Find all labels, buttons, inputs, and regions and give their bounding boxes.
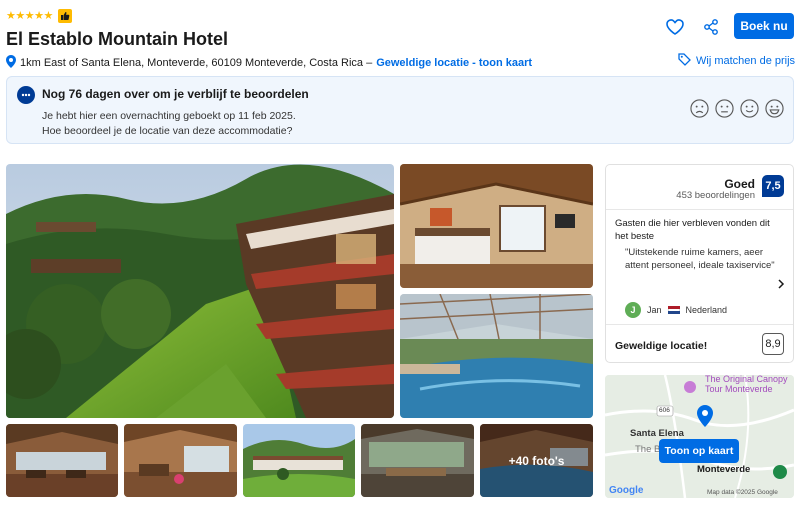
page-title: El Establo Mountain Hotel	[6, 29, 229, 49]
avatar: J	[625, 302, 641, 318]
map-road-label: 606	[659, 407, 670, 414]
price-tag-icon	[678, 53, 691, 69]
divider	[606, 324, 793, 325]
show-map-link[interactable]: Geweldige locatie - toon kaart	[376, 57, 532, 69]
score-word: Goed	[724, 177, 755, 191]
price-match-link[interactable]: Wij matchen de prijs	[678, 53, 795, 69]
exterior-photo[interactable]	[243, 424, 355, 497]
more-photos-tile[interactable]: +40 foto's	[480, 424, 593, 497]
map-label-canopy-2: Tour Monteverde	[705, 384, 773, 394]
favorite-heart-icon[interactable]	[664, 16, 686, 38]
address-row: 1km East of Santa Elena, Monteverde, 601…	[6, 55, 532, 71]
pool-photo[interactable]	[400, 294, 593, 418]
very-unhappy-face-icon[interactable]	[690, 99, 709, 118]
thumbs-up-icon	[57, 9, 72, 23]
map-label-canopy: The Original Canopy	[705, 375, 788, 384]
chat-bubble-icon	[17, 86, 35, 104]
map-label-monteverde: Monteverde	[697, 464, 751, 475]
reviewer: J Jan Nederland	[625, 302, 727, 318]
dining-area-photo[interactable]	[361, 424, 474, 497]
bedroom-photo[interactable]	[400, 164, 593, 288]
happy-face-icon[interactable]	[740, 99, 759, 118]
google-logo: Google	[609, 485, 644, 496]
reviewer-name: Jan	[647, 305, 662, 315]
very-happy-face-icon[interactable]	[765, 99, 784, 118]
review-prompt-text: Je hebt hier een overnachting geboekt op…	[42, 110, 296, 122]
location-score-label: Geweldige locatie!	[615, 340, 708, 352]
share-icon[interactable]	[700, 16, 722, 38]
divider	[606, 209, 793, 210]
stars: ★★★★★	[6, 9, 53, 22]
map-label-santa-elena: Santa Elena	[630, 428, 684, 439]
guest-quote: "Uitstekende ruime kamers, aeer attent p…	[625, 247, 775, 271]
main-hotel-photo[interactable]	[6, 164, 394, 418]
restaurant-photo[interactable]	[6, 424, 118, 497]
lounge-photo[interactable]	[124, 424, 237, 497]
price-match-label: Wij matchen de prijs	[696, 55, 796, 67]
map-label-partial: The B	[635, 444, 661, 455]
address-text: 1km East of Santa Elena, Monteverde, 601…	[20, 57, 373, 69]
review-count: 453 beoordelingen	[676, 190, 755, 201]
review-prompt-question: Hoe beoordeel je de locatie van deze acc…	[42, 125, 293, 137]
map-attribution: Map data ©2025 Google	[707, 489, 778, 496]
map-preview[interactable]: The Original Canopy Tour Monteverde 606 …	[605, 375, 794, 498]
book-now-button[interactable]: Boek nu	[734, 13, 794, 39]
reviewer-country: Nederland	[685, 305, 728, 315]
netherlands-flag-icon	[667, 306, 680, 315]
more-photos-label: +40 foto's	[480, 424, 593, 497]
review-prompt-banner: Nog 76 dagen over om je verblijf te beoo…	[6, 76, 794, 144]
location-pin-icon	[6, 55, 16, 71]
neutral-face-icon[interactable]	[715, 99, 734, 118]
show-on-map-button[interactable]: Toon op kaart	[659, 439, 739, 463]
score-badge: 7,5	[762, 175, 784, 197]
review-prompt-title: Nog 76 dagen over om je verblijf te beoo…	[42, 87, 309, 101]
chevron-right-icon[interactable]	[777, 279, 785, 292]
rating-faces	[690, 99, 784, 118]
review-score-card[interactable]: Goed 453 beoordelingen 7,5 Gasten die hi…	[605, 164, 794, 363]
guest-highlight-intro: Gasten die hier verbleven vonden dit het…	[615, 218, 770, 242]
location-score-badge: 8,9	[762, 333, 784, 355]
star-rating: ★★★★★	[6, 9, 72, 23]
